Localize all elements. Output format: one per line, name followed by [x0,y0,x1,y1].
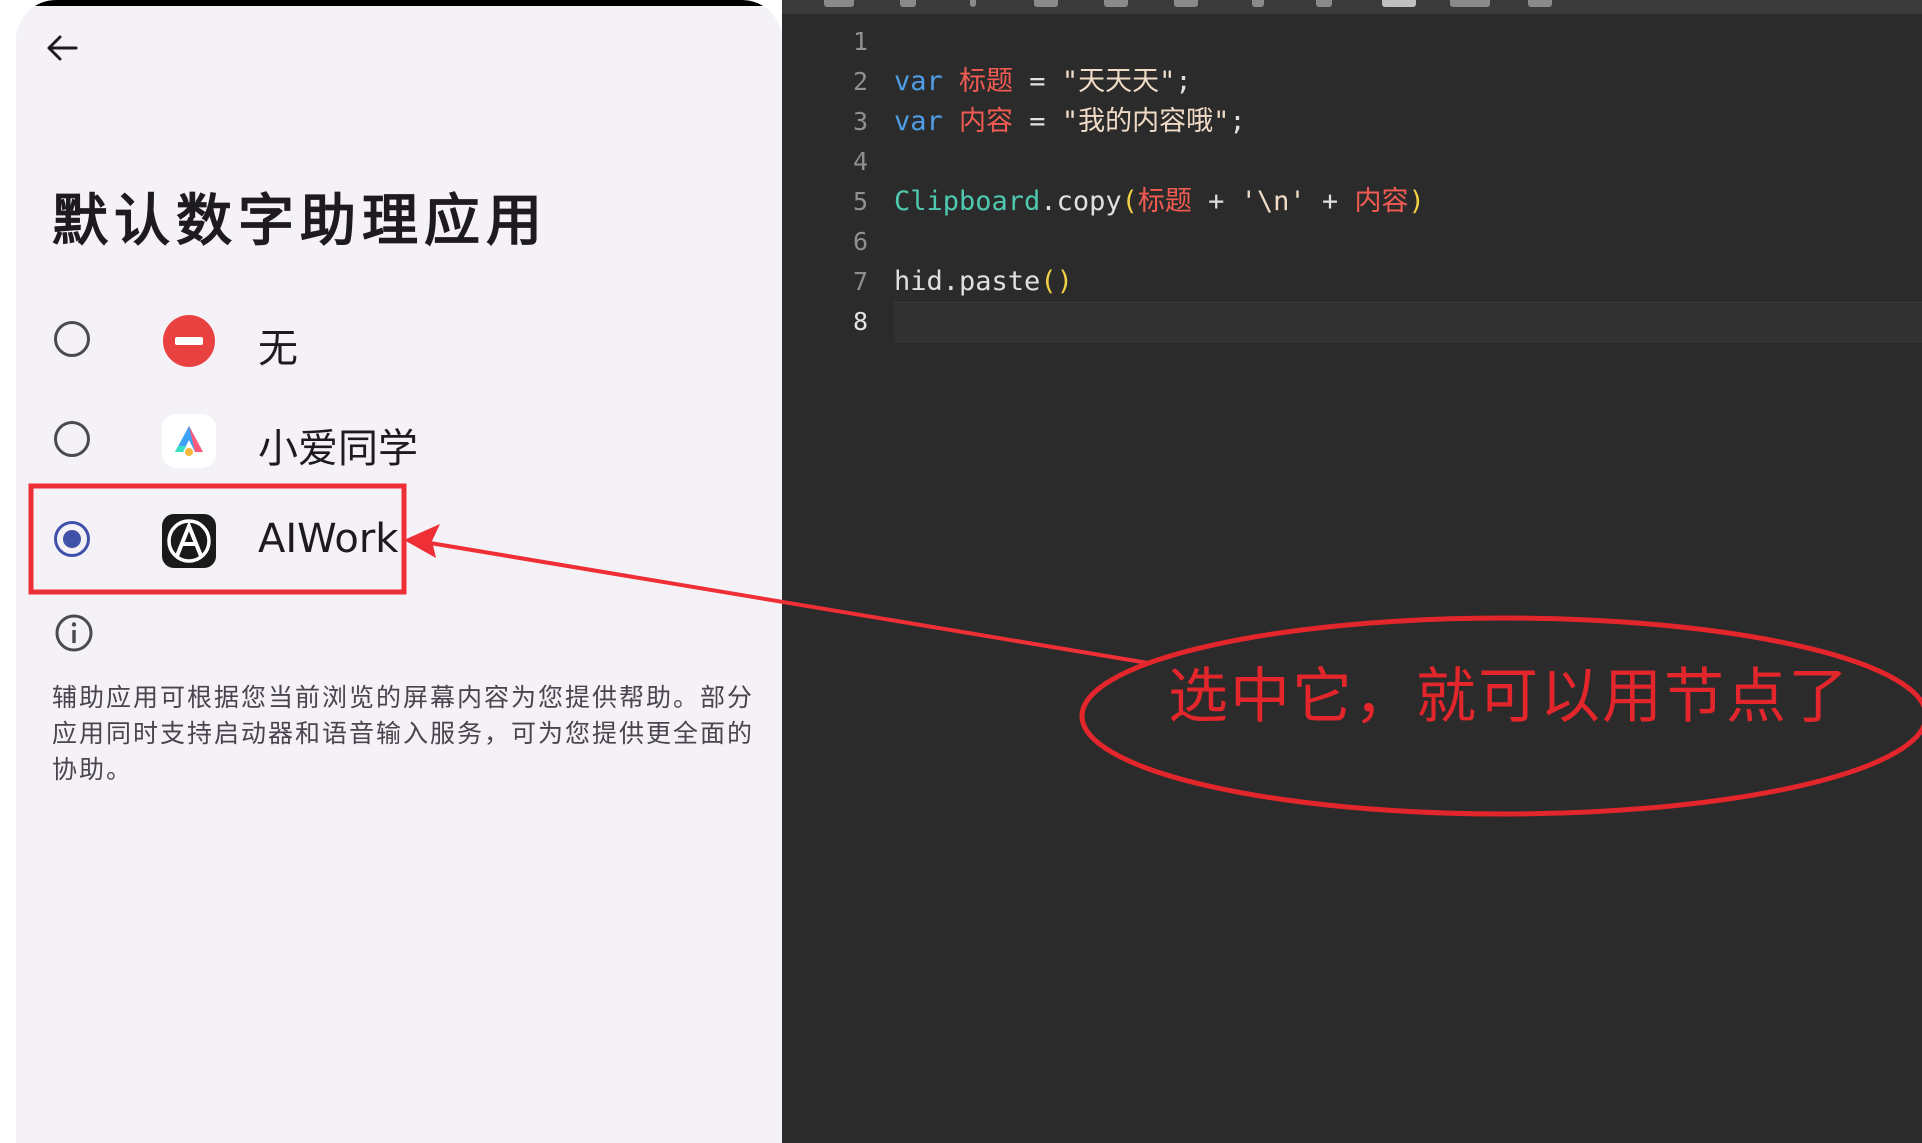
callout-text: 选中它，就可以用节点了 [1168,662,1850,732]
none-icon [163,315,215,367]
toolbar-icon[interactable] [970,0,976,7]
line-number-gutter: 1 2 3 4 5 6 7 8 [782,22,882,342]
line-number: 1 [852,27,868,56]
toolbar-icon[interactable] [900,0,916,7]
option-label: AIWork [258,516,399,562]
status-bar-edge [16,0,782,6]
toolbar-icon[interactable] [1382,0,1416,7]
operator: = [1013,106,1062,137]
code-line-7[interactable]: hid.paste() [894,262,1922,302]
string-literal: "天天天" [1061,66,1176,97]
toolbar-icon[interactable] [1528,0,1552,7]
paren-open: ( [1121,186,1138,217]
line-number-current: 8 [852,307,868,336]
radio-xiaoai[interactable] [54,421,90,457]
variable: 标题 [1137,186,1192,217]
info-icon [55,614,93,652]
variable: 内容 [959,106,1014,137]
line-number: 7 [852,267,868,296]
method-name: .copy [1040,186,1122,217]
back-arrow-icon [47,35,78,61]
radio-none[interactable] [54,321,90,357]
option-label: 无 [258,326,298,372]
line-number: 2 [852,67,868,96]
operator: + [1305,186,1355,217]
aiwork-icon [162,514,216,568]
function-call: hid.paste [894,266,1041,297]
code-area[interactable]: var 标题 = "天天天"; var 内容 = "我的内容哦"; Clipbo… [894,22,1922,342]
object-name: Clipboard [894,186,1041,217]
code-line-8-active[interactable] [894,302,1922,342]
option-none[interactable]: 无 [36,294,426,384]
description-text: 辅助应用可根据您当前浏览的屏幕内容为您提供帮助。部分应用同时支持启动器和语音输入… [52,683,755,784]
radio-aiwork-selected[interactable] [54,521,90,557]
code-line-5[interactable]: Clipboard.copy(标题 + '\n' + 内容) [894,182,1922,222]
option-label: 小爱同学 [258,426,418,472]
xiaoai-icon [162,414,216,468]
line-number: 3 [852,107,868,136]
toolbar-icon[interactable] [1174,0,1198,7]
keyword: var [894,66,943,97]
editor-toolbar [782,0,1922,14]
toolbar-icon[interactable] [1450,0,1490,7]
operator: + [1191,186,1241,217]
page-title: 默认数字助理应用 [52,189,548,254]
code-line-1[interactable] [894,22,1922,62]
toolbar-icon[interactable] [1252,0,1264,7]
option-xiaoai[interactable]: 小爱同学 [36,394,426,484]
toolbar-icon[interactable] [1104,0,1128,7]
toolbar-icon[interactable] [1034,0,1058,7]
line-number: 5 [852,187,868,216]
keyword: var [894,106,943,137]
code-line-4[interactable] [894,142,1922,182]
toolbar-icon[interactable] [1316,0,1332,7]
semicolon: ; [1175,66,1192,97]
variable: 内容 [1354,186,1409,217]
operator: = [1013,66,1062,97]
parens: () [1040,266,1073,297]
back-button[interactable] [38,24,86,72]
paren-close: ) [1408,186,1425,217]
settings-panel: 默认数字助理应用 无 小爱同学 AIWork 辅助应用可根据您当前浏览的屏幕内容… [16,0,782,1143]
string-literal: '\n' [1240,186,1306,217]
option-aiwork[interactable]: AIWork [36,494,426,584]
line-number: 6 [852,227,868,256]
variable: 标题 [959,66,1014,97]
code-line-3[interactable]: var 内容 = "我的内容哦"; [894,102,1922,142]
code-line-6[interactable] [894,222,1922,262]
toolbar-icon[interactable] [824,0,854,7]
code-editor[interactable]: 1 2 3 4 5 6 7 8 var 标题 = "天天天"; var 内容 =… [782,0,1922,1143]
string-literal: "我的内容哦" [1061,106,1230,137]
semicolon: ; [1229,106,1246,137]
code-line-2[interactable]: var 标题 = "天天天"; [894,62,1922,102]
line-number: 4 [852,147,868,176]
